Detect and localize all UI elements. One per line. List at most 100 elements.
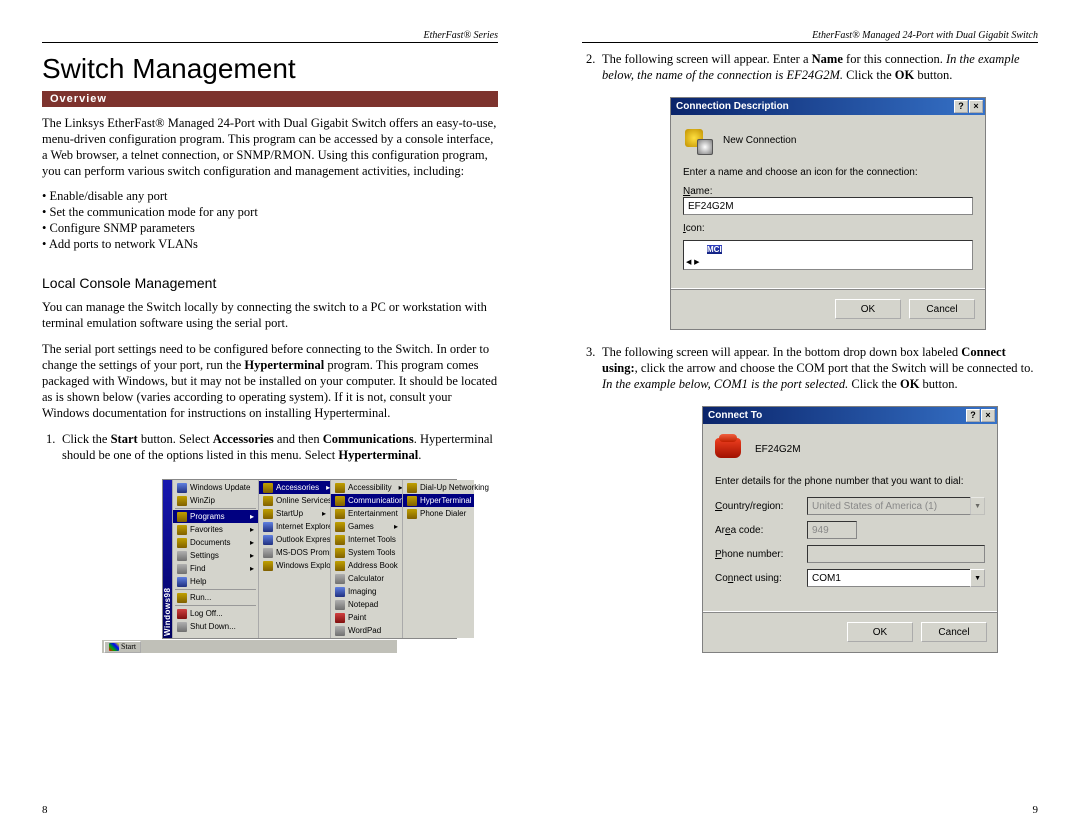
dialog-prompt: Enter a name and choose an icon for the …	[683, 167, 973, 178]
bullet-list: Enable/disable any port Set the communic…	[42, 189, 498, 253]
startmenu-item[interactable]: Phone Dialer	[403, 507, 474, 520]
startmenu-item[interactable]: Online Services	[259, 494, 330, 507]
startmenu-item[interactable]: Find	[173, 562, 258, 575]
startmenu-col-accessories: Accessibility Communications Entertainme…	[330, 480, 402, 638]
startmenu-item[interactable]: Help	[173, 575, 258, 588]
ok-button[interactable]: OK	[835, 299, 901, 319]
startmenu-item[interactable]: Imaging	[331, 585, 402, 598]
startmenu-item[interactable]: Run...	[173, 591, 258, 604]
close-icon[interactable]: ×	[969, 100, 983, 113]
chevron-down-icon[interactable]: ▼	[970, 569, 985, 587]
connect-using-field[interactable]	[807, 569, 971, 587]
startmenu-item[interactable]: Calculator	[331, 572, 402, 585]
startmenu-item[interactable]: Accessibility	[331, 481, 402, 494]
area-field	[807, 521, 857, 539]
startmenu-item[interactable]: Settings	[173, 549, 258, 562]
page-number-right: 9	[1033, 804, 1039, 816]
start-menu-figure: Windows98 Windows Update WinZip Programs…	[102, 475, 397, 653]
startmenu-item[interactable]: StartUp	[259, 507, 330, 520]
icon-picker[interactable]: MCI ◀ ▶	[683, 240, 973, 270]
startmenu-item[interactable]: Documents	[173, 536, 258, 549]
new-connection-icon	[683, 125, 713, 155]
startmenu-item[interactable]: Notepad	[331, 598, 402, 611]
dialog-prompt: Enter details for the phone number that …	[715, 476, 985, 487]
subhead-local-console: Local Console Management	[42, 275, 498, 291]
page-right: EtherFast® Managed 24-Port with Dual Gig…	[540, 0, 1080, 834]
help-icon[interactable]: ?	[954, 100, 968, 113]
taskbar: Start	[102, 639, 397, 653]
country-field	[807, 497, 971, 515]
startmenu-item[interactable]: Games	[331, 520, 402, 533]
bullet-item: Add ports to network VLANs	[42, 237, 498, 252]
step-1: 1. Click the Start button. Select Access…	[42, 431, 498, 463]
startmenu-item[interactable]: MS-DOS Prompt	[259, 546, 330, 559]
phone-field	[807, 545, 985, 563]
chevron-down-icon: ▼	[970, 497, 985, 515]
bullet-item: Enable/disable any port	[42, 189, 498, 204]
startmenu-item[interactable]: Dial-Up Networking	[403, 481, 474, 494]
cancel-button[interactable]: Cancel	[921, 622, 987, 642]
start-button[interactable]: Start	[104, 641, 141, 653]
icon-option-mci[interactable]: MCI	[707, 245, 722, 254]
header-right: EtherFast® Managed 24-Port with Dual Gig…	[582, 30, 1038, 43]
steps-left: 1. Click the Start button. Select Access…	[42, 431, 498, 471]
startmenu-item[interactable]: Paint	[331, 611, 402, 624]
cancel-button[interactable]: Cancel	[909, 299, 975, 319]
startmenu-item[interactable]: Favorites	[173, 523, 258, 536]
name-label: Name:	[683, 186, 973, 197]
bullet-item: Set the communication mode for any port	[42, 205, 498, 220]
startmenu-item[interactable]: Outlook Express	[259, 533, 330, 546]
connect-label: Connect using:	[715, 573, 801, 584]
phone-label: Phone number:	[715, 549, 801, 560]
startmenu-item[interactable]: WinZip	[173, 494, 258, 507]
startmenu-sidebar: Windows98	[163, 480, 172, 638]
page-number-left: 8	[42, 804, 48, 816]
name-field[interactable]	[683, 197, 973, 215]
startmenu-item[interactable]: Windows Update	[173, 481, 258, 494]
para-local-2: The serial port settings need to be conf…	[42, 341, 498, 421]
steps-right-3: 3. The following screen will appear. In …	[582, 344, 1038, 400]
startmenu-col-main: Windows Update WinZip Programs Favorites…	[172, 480, 258, 638]
para-overview: The Linksys EtherFast® Managed 24-Port w…	[42, 115, 498, 179]
dialog-titlebar: Connection Description ? ×	[671, 98, 985, 115]
dialog-subtitle: EF24G2M	[755, 444, 801, 455]
startmenu-item[interactable]: Shut Down...	[173, 620, 258, 633]
page-title: Switch Management	[42, 53, 498, 85]
icon-scrollbar[interactable]: ◀ ▶	[686, 256, 970, 267]
dialog-titlebar: Connect To ? ×	[703, 407, 997, 424]
bullet-item: Configure SNMP parameters	[42, 221, 498, 236]
dialog-connect-to: Connect To ? × EF24G2M Enter details for…	[702, 406, 998, 653]
step-3: 3. The following screen will appear. In …	[582, 344, 1038, 392]
header-left: EtherFast® Series	[42, 30, 498, 43]
scroll-right-icon[interactable]: ▶	[694, 259, 699, 266]
dialog-connection-description: Connection Description ? × New Connectio…	[670, 97, 986, 330]
startmenu-item[interactable]: Internet Explorer	[259, 520, 330, 533]
scroll-left-icon[interactable]: ◀	[686, 259, 691, 266]
startmenu-hyperterminal[interactable]: HyperTerminal	[403, 494, 474, 507]
help-icon[interactable]: ?	[966, 409, 980, 422]
ok-button[interactable]: OK	[847, 622, 913, 642]
startmenu-item[interactable]: System Tools	[331, 546, 402, 559]
phone-icon	[715, 434, 745, 464]
startmenu-item[interactable]: Windows Explorer	[259, 559, 330, 572]
area-label: Area code:	[715, 525, 801, 536]
startmenu-item[interactable]: Address Book	[331, 559, 402, 572]
startmenu-col-programs: Accessories Online Services StartUp Inte…	[258, 480, 330, 638]
steps-right: 2. The following screen will appear. Ent…	[582, 51, 1038, 91]
close-icon[interactable]: ×	[981, 409, 995, 422]
dialog-subtitle: New Connection	[723, 135, 796, 146]
page-left: EtherFast® Series Switch Management Over…	[0, 0, 540, 834]
section-bar-overview: Overview	[42, 91, 498, 107]
country-label: Country/region:	[715, 501, 801, 512]
startmenu-communications[interactable]: Communications	[331, 494, 402, 507]
icon-label: Icon:	[683, 223, 973, 234]
startmenu-item[interactable]: Entertainment	[331, 507, 402, 520]
para-local-1: You can manage the Switch locally by con…	[42, 299, 498, 331]
startmenu-item[interactable]: Log Off...	[173, 607, 258, 620]
startmenu-programs[interactable]: Programs	[173, 510, 258, 523]
step-2: 2. The following screen will appear. Ent…	[582, 51, 1038, 83]
startmenu-accessories[interactable]: Accessories	[259, 481, 330, 494]
startmenu-item[interactable]: Internet Tools	[331, 533, 402, 546]
startmenu-item[interactable]: WordPad	[331, 624, 402, 637]
startmenu-col-communications: Dial-Up Networking HyperTerminal Phone D…	[402, 480, 474, 638]
